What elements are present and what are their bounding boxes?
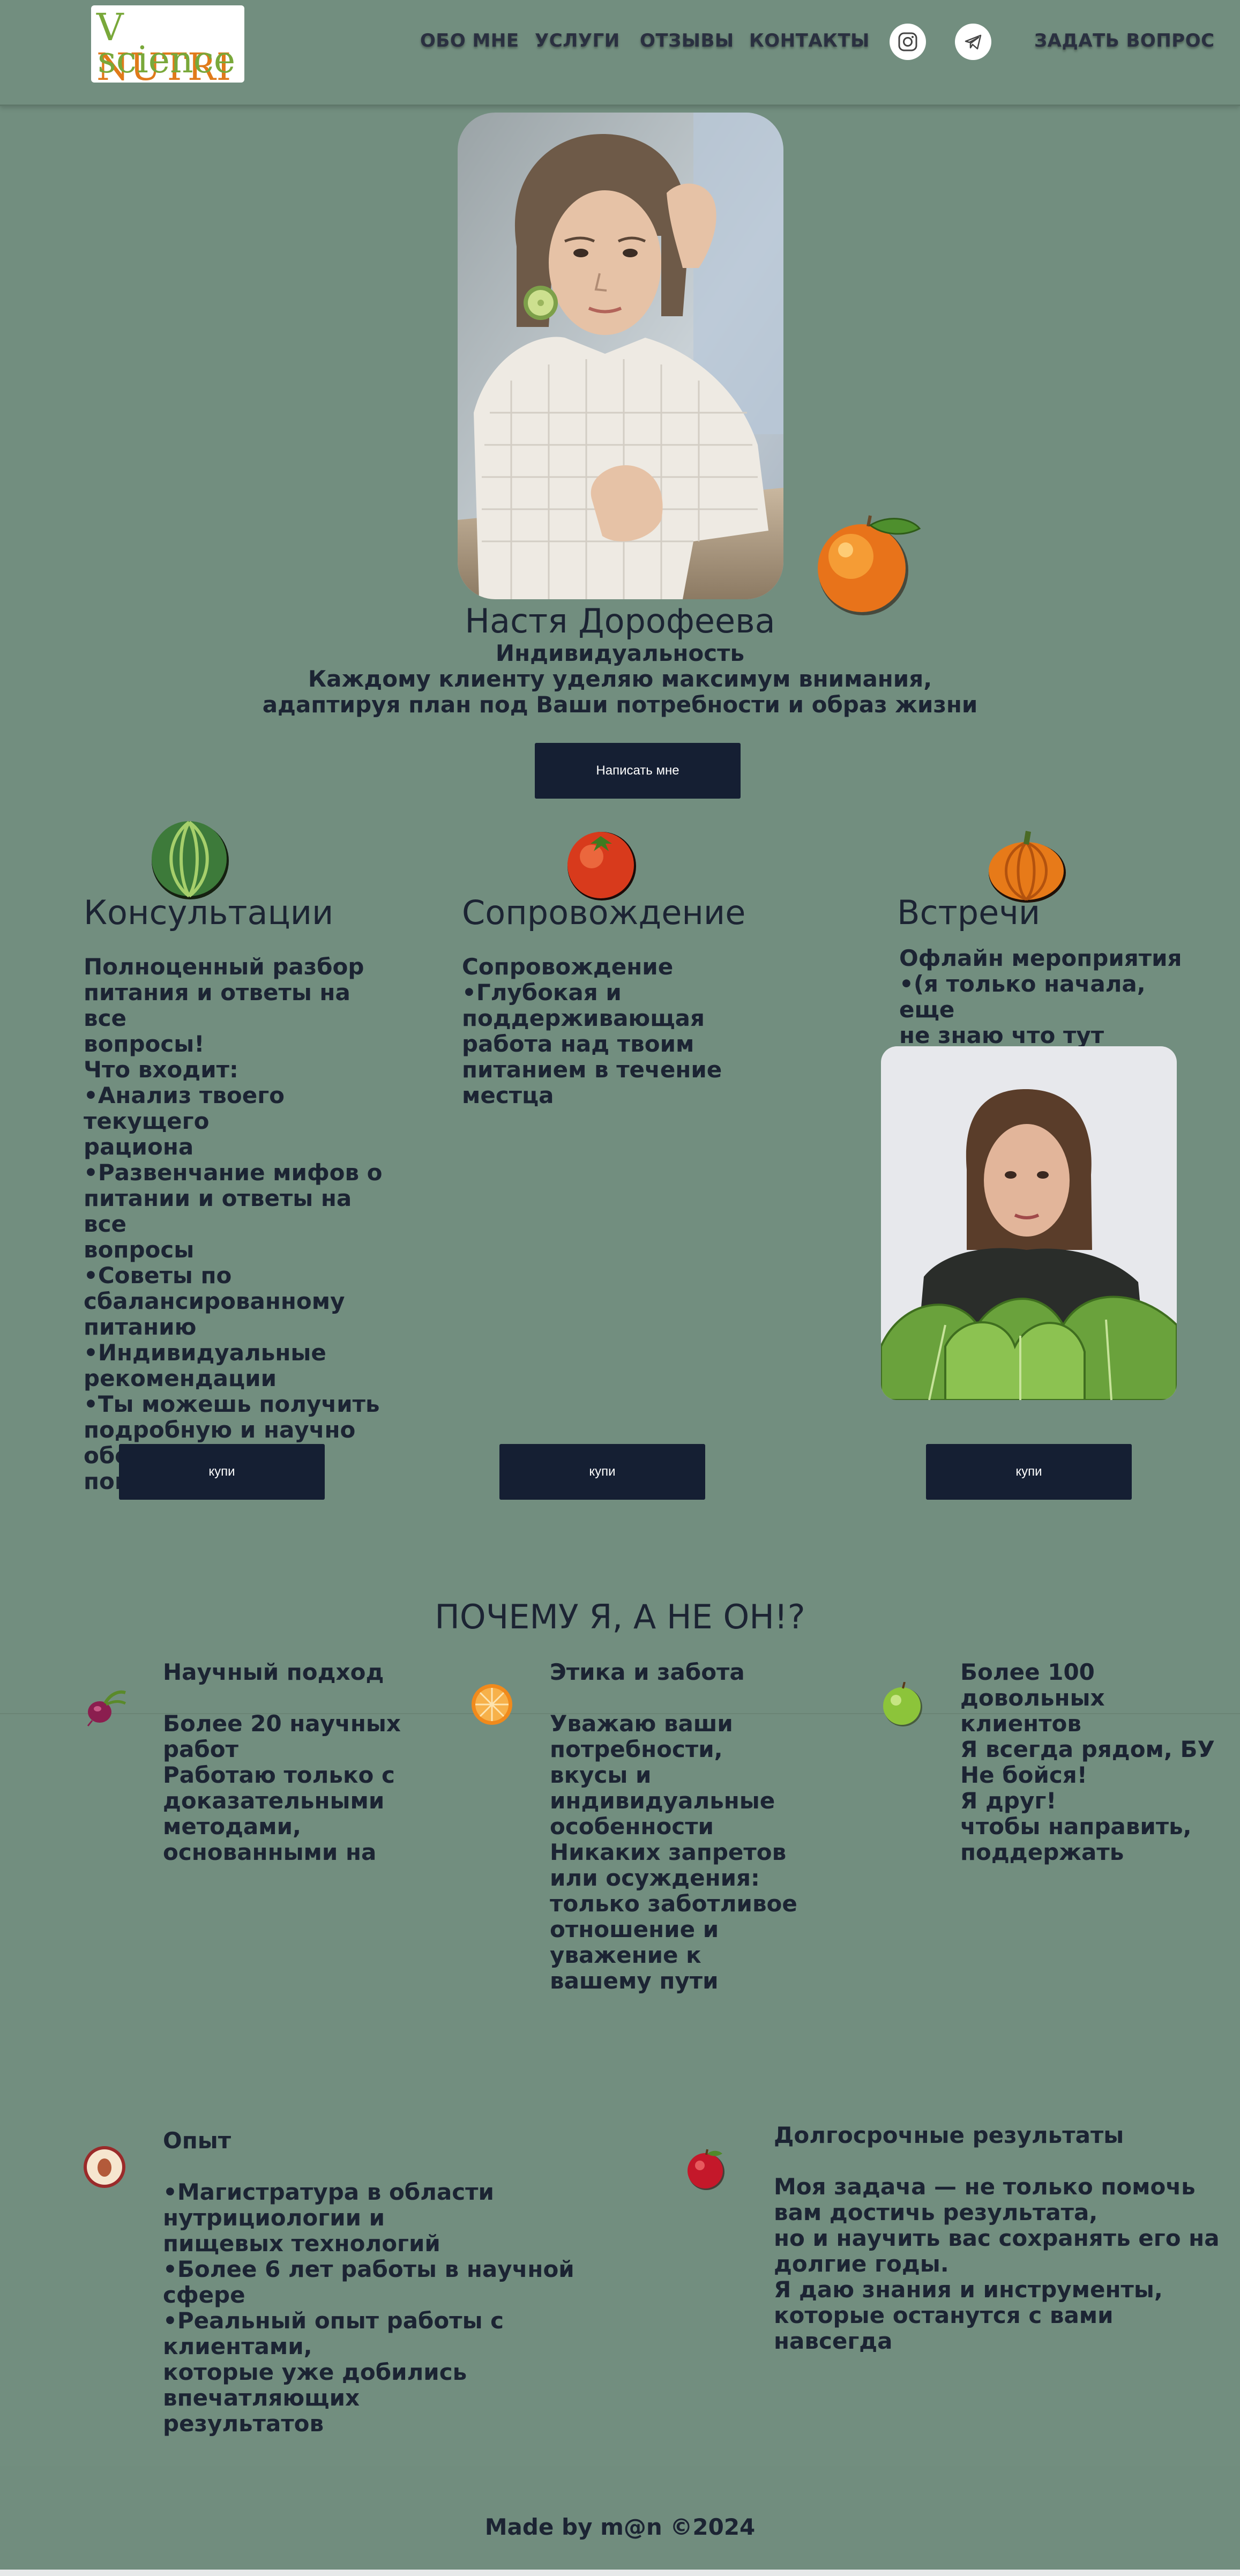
- instagram-button[interactable]: [890, 24, 926, 60]
- why-text-ethics: Уважаю ваши потребности, вкусы и индивид…: [550, 1710, 797, 1994]
- portrait-image: [458, 113, 783, 599]
- tomato-icon: [567, 832, 636, 900]
- why-heading-scientific: Научный подход: [163, 1659, 384, 1685]
- portrait-with-lettuce-image: [881, 1046, 1177, 1400]
- service-text-consultations: Полноценный разбор питания и ответы на в…: [84, 954, 383, 1494]
- why-heading-clients: Более 100 довольных клиентов: [960, 1659, 1105, 1737]
- why-heading-results: Долгосрочные результаты: [774, 2122, 1124, 2148]
- service-title-meetings: Встречи: [897, 893, 1041, 932]
- why-text-experience: •Магистратура в области нутрициологии и …: [163, 2179, 574, 2437]
- buy-meetings-button[interactable]: купи: [926, 1444, 1132, 1500]
- nav-about[interactable]: ОБО МНЕ: [420, 30, 519, 51]
- service-title-consultations: Консультации: [84, 893, 334, 932]
- nav-services[interactable]: УСЛУГИ: [535, 30, 620, 51]
- telegram-button[interactable]: [955, 24, 991, 60]
- hero-description-line2: адаптируя план под Ваши потребности и об…: [262, 691, 978, 718]
- hero-description-line1: Каждому клиенту уделяю максимум внимания…: [308, 666, 932, 692]
- green-apple-icon: [883, 1682, 922, 1726]
- footer: Made by m@n ©2024: [0, 2466, 1240, 2576]
- brand-logo[interactable]: V NUTRI science: [91, 5, 244, 87]
- beet-icon: [87, 1690, 126, 1726]
- site-header: V NUTRI science ОБО МНЕ УСЛУГИ ОТЗЫВЫ КО…: [0, 0, 1240, 106]
- why-text-scientific: Более 20 научных работ Работаю только с …: [163, 1710, 401, 1865]
- nav-reviews[interactable]: ОТЗЫВЫ: [640, 30, 734, 51]
- nav-contacts[interactable]: КОНТАКТЫ: [749, 30, 870, 51]
- page-bottom-edge: [0, 2570, 1240, 2576]
- logo-science: science: [98, 39, 236, 81]
- peach-icon: [84, 2146, 125, 2188]
- why-heading-experience: Опыт: [163, 2127, 231, 2154]
- service-text-support: Сопровождение •Глубокая и поддерживающая…: [462, 954, 722, 1108]
- footer-copyright: Made by m@n ©2024: [484, 2514, 756, 2540]
- buy-consultation-button[interactable]: купи: [119, 1444, 325, 1500]
- orange-slice-icon: [472, 1684, 512, 1725]
- why-text-results: Моя задача — не только помочь вам достич…: [774, 2173, 1220, 2354]
- hero-tagline: Индивидуальность: [495, 640, 745, 666]
- hero-photo: [458, 113, 783, 599]
- watermelon-icon: [152, 821, 229, 899]
- buy-support-button[interactable]: купи: [499, 1444, 705, 1500]
- why-heading-ethics: Этика и забота: [550, 1659, 745, 1685]
- ask-question-link[interactable]: ЗАДАТЬ ВОПРОС: [1034, 30, 1215, 51]
- meetings-photo: [881, 1046, 1177, 1400]
- write-me-button[interactable]: Написать мне: [535, 743, 741, 799]
- instagram-icon: [898, 32, 917, 51]
- person-name: Настя Дорофеева: [465, 601, 775, 641]
- telegram-icon: [965, 34, 982, 50]
- why-text-clients: Я всегда рядом, БУ Не бойся! Я друг! что…: [960, 1736, 1215, 1865]
- service-title-support: Сопровождение: [462, 893, 746, 932]
- red-apple-icon: [688, 2149, 724, 2190]
- why-section-title: ПОЧЕМУ Я, А НЕ ОН!?: [435, 1597, 805, 1636]
